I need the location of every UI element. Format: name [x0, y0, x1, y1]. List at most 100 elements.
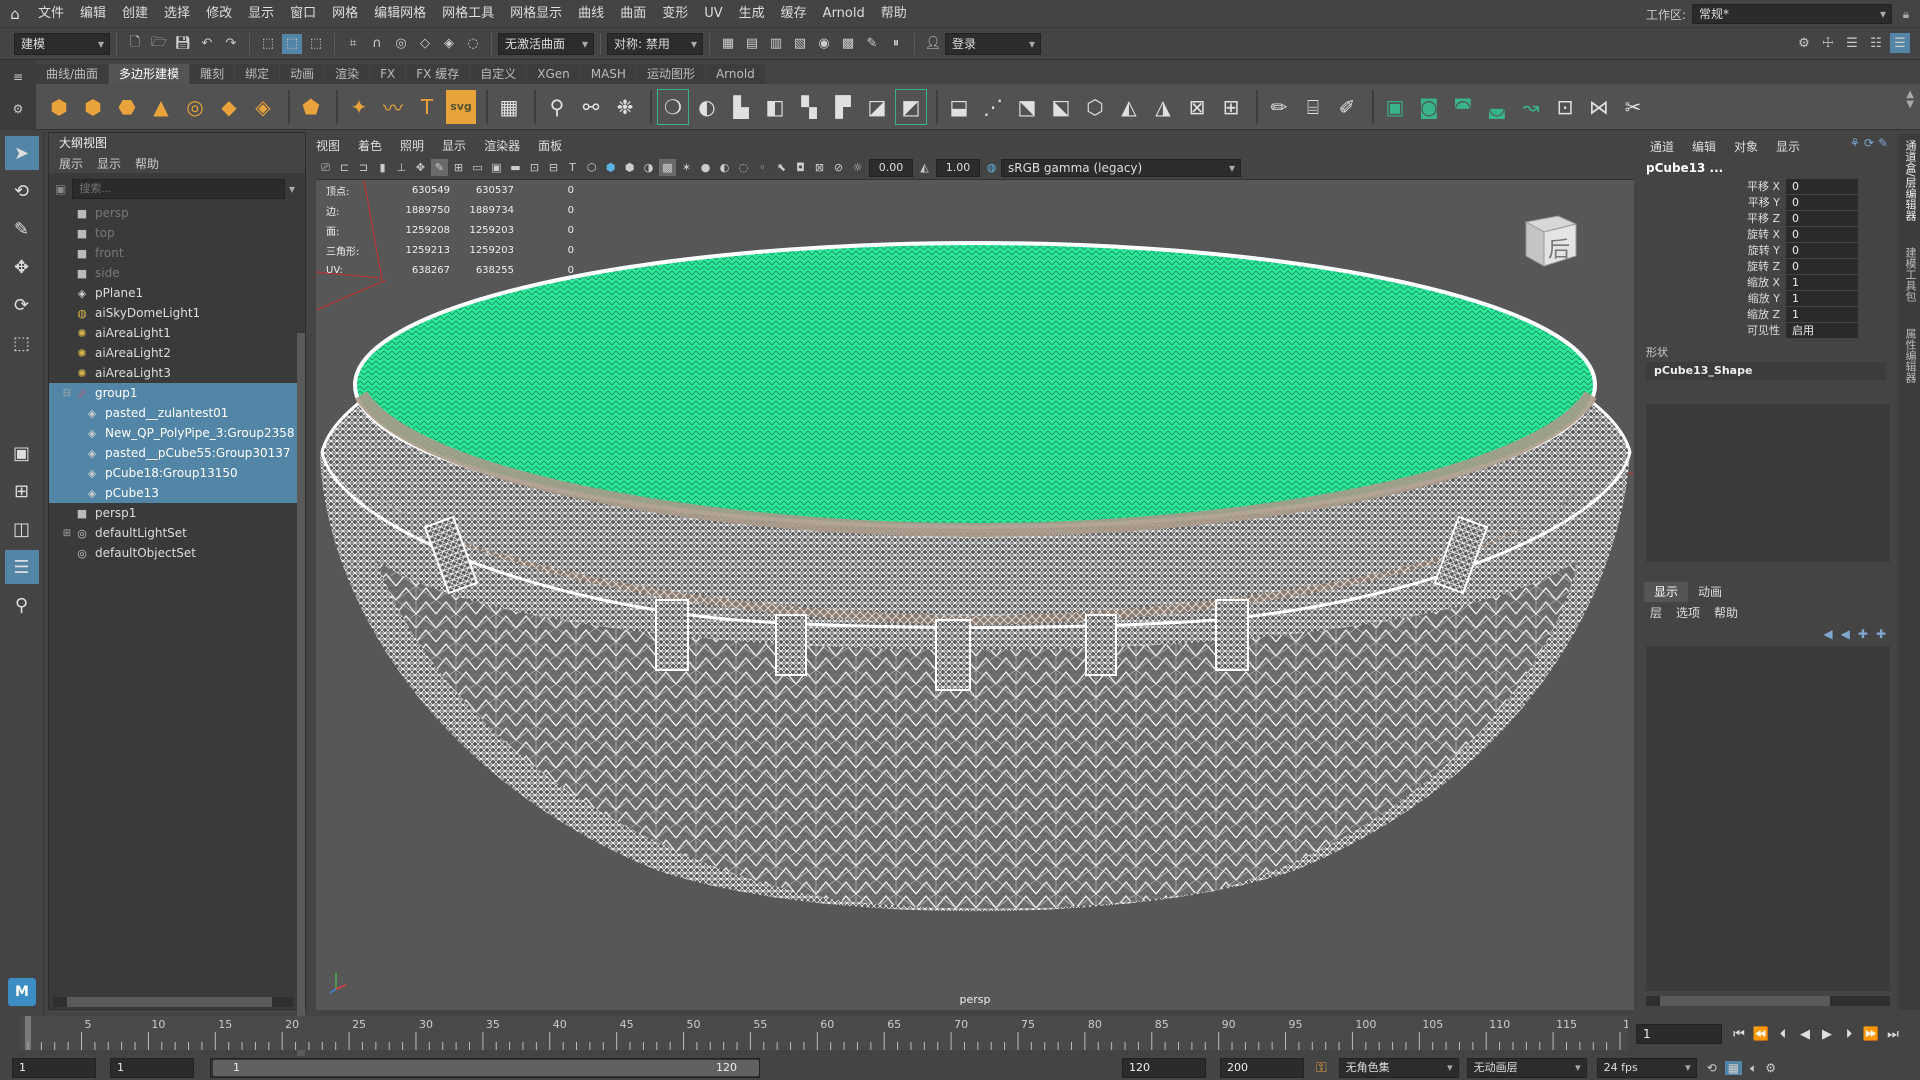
channel-row[interactable]: 缩放 Z 1: [1640, 306, 1896, 322]
layer-tab[interactable]: 显示: [1644, 582, 1689, 602]
workspace-dropdown[interactable]: 常规*: [1692, 4, 1892, 24]
shelf-tab[interactable]: Arnold: [705, 64, 765, 84]
shelf-settings-icon[interactable]: ⚙: [0, 102, 36, 116]
go-to-start-icon[interactable]: ⏮: [1728, 1027, 1750, 1042]
snap-pivot-icon[interactable]: ◌: [463, 34, 483, 54]
grease-pencil-icon[interactable]: ✎: [431, 159, 448, 176]
snap-surface-icon[interactable]: ◈: [439, 34, 459, 54]
append-icon[interactable]: ⋰: [978, 90, 1008, 124]
character-set-dropdown[interactable]: 无角色集: [1338, 1058, 1459, 1078]
range-slider[interactable]: 1 120: [210, 1058, 760, 1078]
scale-tool-icon[interactable]: ⬚: [5, 326, 39, 360]
view-cube[interactable]: 后: [1518, 204, 1584, 270]
resolution-gate-icon[interactable]: ▣: [488, 159, 505, 176]
attribute-editor-icon[interactable]: ☰: [1842, 33, 1862, 53]
range-slider-thumb[interactable]: [213, 1060, 759, 1076]
shelf-tab[interactable]: 渲染: [325, 64, 370, 84]
channel-box-menu-item[interactable]: 对象: [1734, 138, 1758, 155]
svg-icon[interactable]: svg: [446, 89, 476, 124]
outliner-menu-item[interactable]: 展示: [59, 155, 83, 172]
edit-icon[interactable]: ✎: [1878, 136, 1888, 150]
shadows-icon[interactable]: ✶: [678, 159, 695, 176]
scene-end-field[interactable]: 200: [1220, 1058, 1304, 1078]
channel-value-field[interactable]: 1: [1786, 290, 1858, 306]
motion-blur-icon[interactable]: ◐: [716, 159, 733, 176]
target-weld-icon[interactable]: ⊡: [1550, 90, 1580, 124]
grid-icon[interactable]: ⊞: [450, 159, 467, 176]
poly-cylinder-icon[interactable]: ⬣: [112, 90, 142, 124]
outliner-item[interactable]: ◈ pCube18:Group13150: [49, 463, 305, 483]
outliner-item[interactable]: ⊟ ⬀ group1: [49, 383, 305, 403]
poke-icon[interactable]: ⬕: [1046, 90, 1076, 124]
snap-grid-icon[interactable]: ⌗: [343, 34, 363, 54]
outliner-item[interactable]: ◈ New_QP_PolyPipe_3:Group2358: [49, 423, 305, 443]
poly-plane-icon[interactable]: ◆: [214, 90, 244, 124]
ipr-render-icon[interactable]: ▥: [766, 34, 786, 54]
channel-value-field[interactable]: 1: [1786, 306, 1858, 322]
anim-layer-dropdown[interactable]: 无动画层: [1466, 1058, 1587, 1078]
outliner-vscrollbar[interactable]: [297, 333, 305, 1080]
quad-draw-icon[interactable]: ▣: [1380, 90, 1410, 124]
channel-row[interactable]: 可见性 启用: [1640, 322, 1896, 338]
channel-value-field[interactable]: 0: [1786, 178, 1858, 194]
viewport-menu-item[interactable]: 显示: [442, 137, 466, 154]
smooth-icon[interactable]: ❉: [610, 90, 640, 124]
channel-box-menu-item[interactable]: 编辑: [1692, 138, 1716, 155]
poly-disc-icon[interactable]: ◈: [248, 90, 278, 124]
hypershade-icon[interactable]: ◉: [814, 34, 834, 54]
new-scene-icon[interactable]: 🗋: [125, 34, 145, 54]
current-frame-field[interactable]: 1: [1636, 1024, 1722, 1044]
fps-dropdown[interactable]: 24 fps: [1596, 1058, 1697, 1078]
menu-item[interactable]: Arnold: [815, 0, 873, 28]
outliner-item[interactable]: ◈ pasted__pCube55:Group30137: [49, 443, 305, 463]
render-view-icon[interactable]: ▦: [718, 34, 738, 54]
triangulate-icon[interactable]: ⊠: [1182, 90, 1212, 124]
arnold-render-icon[interactable]: ▩: [838, 34, 858, 54]
outliner-item[interactable]: ■ side: [49, 263, 305, 283]
persp-outliner-layout-icon[interactable]: ◫: [5, 512, 39, 546]
save-scene-icon[interactable]: 💾︎: [173, 34, 193, 54]
lock-icon[interactable]: 🔒︎: [1892, 7, 1920, 22]
wireframe-on-shaded-icon[interactable]: ⬢: [621, 159, 638, 176]
move-tool-icon[interactable]: ✥: [5, 250, 39, 284]
menu-item[interactable]: 网格显示: [502, 0, 570, 28]
select-camera-icon[interactable]: ⎚: [317, 159, 334, 176]
field-chart-icon[interactable]: ⊡: [526, 159, 543, 176]
poly-sphere-icon[interactable]: ⬢: [44, 90, 74, 124]
combine-icon[interactable]: ❍: [657, 88, 689, 125]
viewport-menu-item[interactable]: 面板: [538, 137, 562, 154]
channel-value-field[interactable]: 0: [1786, 226, 1858, 242]
loop-icon[interactable]: ⟲: [1707, 1061, 1717, 1075]
offset-edge-icon[interactable]: ✐: [1332, 90, 1362, 124]
xray-joints-icon[interactable]: ⊠: [811, 159, 828, 176]
gamma-icon[interactable]: ◭: [916, 159, 933, 176]
outliner-item[interactable]: ◈ pPlane1: [49, 283, 305, 303]
mesh-info-icon[interactable]: ⚲: [542, 90, 572, 124]
symmetry-dropdown[interactable]: 对称: 禁用: [607, 32, 703, 55]
wedge-icon[interactable]: ⬔: [1012, 90, 1042, 124]
user-icon[interactable]: 👤︎: [923, 34, 943, 54]
platonic-solid-icon[interactable]: ⬟: [296, 90, 326, 124]
four-view-layout-icon[interactable]: ⊞: [5, 474, 39, 508]
gamma-field[interactable]: 1.00: [936, 158, 980, 177]
menu-item[interactable]: 窗口: [282, 0, 324, 28]
viewport-menu-item[interactable]: 渲染器: [484, 137, 520, 154]
image-plane-icon[interactable]: ⊥: [393, 159, 410, 176]
auto-key-icon[interactable]: ⚿: [1316, 1060, 1327, 1076]
reduce-icon[interactable]: ⚯: [576, 90, 606, 124]
step-back-frame-icon[interactable]: ⏴: [1772, 1027, 1794, 1042]
shelf-tab[interactable]: MASH: [580, 64, 636, 84]
wireframe-icon[interactable]: ⬡: [583, 159, 600, 176]
play-backward-icon[interactable]: ◀: [1794, 1027, 1816, 1042]
menu-item[interactable]: 编辑: [72, 0, 114, 28]
shelf-scroll-arrows[interactable]: ▲ ▼: [1906, 90, 1914, 110]
pause-render-icon[interactable]: ⏸: [886, 34, 906, 54]
knife-icon[interactable]: ✂: [1618, 90, 1648, 124]
outliner-menu-item[interactable]: 帮助: [135, 155, 159, 172]
chevron-down-icon[interactable]: ▾: [289, 182, 295, 196]
outliner-item[interactable]: ✺ aiAreaLight1: [49, 323, 305, 343]
outliner-item[interactable]: ■ front: [49, 243, 305, 263]
sculpt-smooth-icon[interactable]: ◛: [1482, 90, 1512, 124]
bookmark-icon[interactable]: ▮: [374, 159, 391, 176]
outliner-item[interactable]: ◎ defaultObjectSet: [49, 543, 305, 563]
